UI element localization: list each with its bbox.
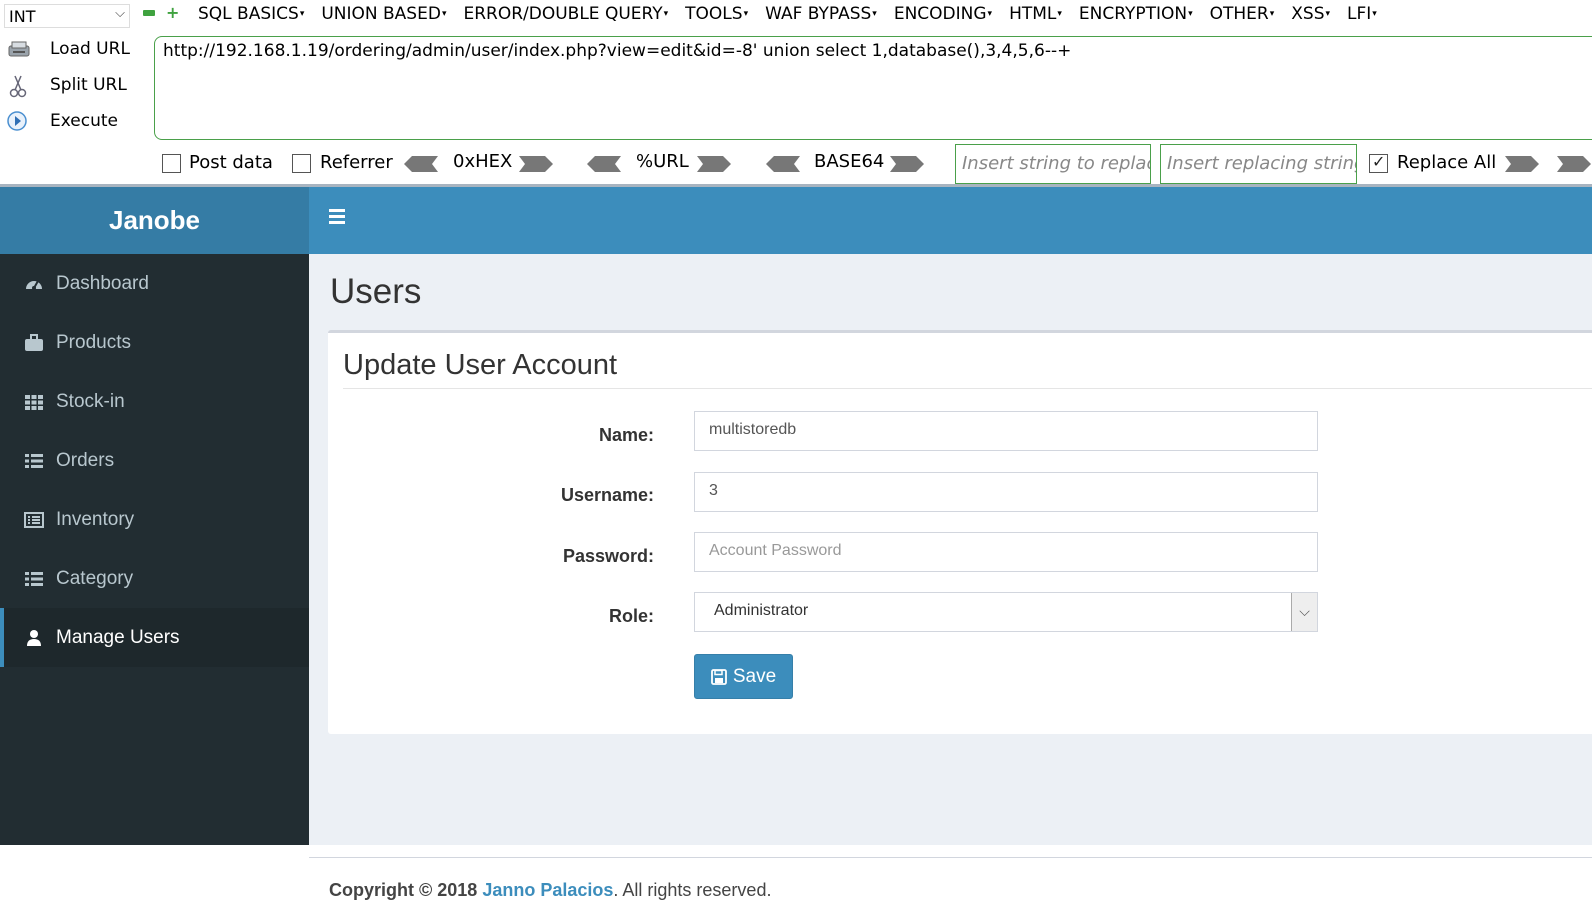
- sidebar-item-label: Category: [56, 567, 134, 589]
- footer-text: Copyright © 2018 Janno Palacios. All rig…: [329, 880, 771, 901]
- update-user-box: Update User Account Name: multistoredb U…: [328, 330, 1592, 734]
- sidebar-item-label: Inventory: [56, 508, 135, 530]
- footer: Copyright © 2018 Janno Palacios. All rig…: [309, 857, 1592, 917]
- url-textarea[interactable]: http://192.168.1.19/ordering/admin/user/…: [154, 36, 1592, 140]
- menu-tools[interactable]: TOOLS: [685, 4, 748, 24]
- injection-type-value: INT: [9, 7, 36, 26]
- injection-type-select[interactable]: INT ⌵: [4, 4, 130, 28]
- referrer-checkbox[interactable]: [292, 154, 311, 173]
- sidebar-item-category[interactable]: Category: [0, 549, 309, 608]
- hex-encode-arrow-icon[interactable]: [519, 155, 553, 173]
- name-field[interactable]: multistoredb: [694, 411, 1318, 451]
- list-icon: [24, 570, 44, 588]
- replace-back-arrow-icon[interactable]: [1556, 155, 1592, 173]
- brand-logo[interactable]: Janobe: [0, 187, 309, 254]
- sidebar-item-inventory[interactable]: Inventory: [0, 490, 309, 549]
- sidebar-item-label: Products: [56, 331, 131, 353]
- play-icon: [6, 110, 32, 132]
- floppy-disk-icon: [710, 668, 727, 685]
- username-field[interactable]: 3: [694, 472, 1318, 512]
- hackbar-menu: SQL BASICS UNION BASED ERROR/DOUBLE QUER…: [198, 4, 1394, 24]
- chevron-down-icon: ⌵: [115, 6, 125, 21]
- menu-error-double-query[interactable]: ERROR/DOUBLE QUERY: [463, 4, 668, 24]
- hex-label: 0xHEX: [453, 151, 513, 172]
- scissors-icon: [6, 74, 32, 98]
- hamburger-menu-icon[interactable]: [329, 209, 345, 229]
- role-label: Role:: [609, 606, 654, 626]
- menu-encryption[interactable]: ENCRYPTION: [1079, 4, 1193, 24]
- referrer-label: Referrer: [320, 152, 393, 173]
- sidebar-item-label: Manage Users: [56, 626, 180, 648]
- sidebar-item-label: Orders: [56, 449, 115, 471]
- user-icon: [24, 629, 44, 647]
- execute-button[interactable]: Execute: [6, 110, 118, 132]
- main-content: Users Update User Account Name: multisto…: [309, 254, 1592, 917]
- sidebar: Dashboard Products Stock-in Orders Inven…: [0, 254, 309, 845]
- hackbar-toolbar: INT ⌵ + SQL BASICS UNION BASED ERROR/DOU…: [0, 0, 1592, 187]
- base64-encode-arrow-icon[interactable]: [890, 155, 924, 173]
- box-title: Update User Account: [343, 349, 618, 381]
- dashboard-icon: [24, 275, 44, 293]
- grid-icon: [24, 393, 44, 411]
- menu-xss[interactable]: XSS: [1291, 4, 1330, 24]
- box-divider: [343, 388, 1592, 389]
- sidebar-item-label: Dashboard: [56, 272, 149, 294]
- menu-waf-bypass[interactable]: WAF BYPASS: [765, 4, 877, 24]
- username-label: Username:: [560, 485, 654, 505]
- replace-go-arrow-icon[interactable]: [1505, 155, 1539, 173]
- menu-other[interactable]: OTHER: [1210, 4, 1275, 24]
- save-label: Save: [732, 665, 777, 687]
- url-encode-label: %URL: [636, 151, 689, 172]
- hex-decode-arrow-icon[interactable]: [404, 155, 438, 173]
- save-button[interactable]: Save: [694, 654, 793, 699]
- split-url-button[interactable]: Split URL: [6, 74, 127, 98]
- sidebar-item-products[interactable]: Products: [0, 313, 309, 372]
- load-url-button[interactable]: Load URL: [6, 38, 130, 60]
- role-selected-value: Administrator: [714, 602, 809, 619]
- menu-html[interactable]: HTML: [1009, 4, 1062, 24]
- replace-all-checkbox[interactable]: [1369, 152, 1388, 173]
- author-link[interactable]: Janno Palacios: [482, 880, 613, 900]
- name-label: Name:: [598, 425, 654, 445]
- base64-decode-arrow-icon[interactable]: [766, 155, 800, 173]
- replace-string-input[interactable]: Insert string to replace: [955, 144, 1151, 184]
- list-alt-icon: [24, 511, 44, 529]
- post-data-label: Post data: [189, 152, 273, 173]
- replace-all-label: Replace All: [1397, 152, 1497, 173]
- url-decode-arrow-icon[interactable]: [587, 155, 621, 173]
- url-encode-arrow-icon[interactable]: [697, 155, 731, 173]
- password-label: Password:: [562, 546, 654, 566]
- menu-lfi[interactable]: LFI: [1347, 4, 1377, 24]
- base64-label: BASE64: [814, 151, 885, 172]
- sidebar-item-orders[interactable]: Orders: [0, 431, 309, 490]
- top-navbar: [309, 187, 1592, 254]
- decrease-icon[interactable]: [143, 10, 155, 16]
- replacing-string-input[interactable]: Insert replacing string: [1160, 144, 1357, 184]
- menu-union-based[interactable]: UNION BASED: [321, 4, 446, 24]
- menu-sql-basics[interactable]: SQL BASICS: [198, 4, 304, 24]
- password-field[interactable]: Account Password: [694, 532, 1318, 572]
- sidebar-item-manage-users[interactable]: Manage Users: [0, 608, 309, 667]
- list-icon: [24, 452, 44, 470]
- briefcase-icon: [24, 333, 44, 352]
- increase-icon[interactable]: +: [166, 5, 179, 21]
- split-url-label: Split URL: [50, 75, 127, 95]
- load-url-label: Load URL: [50, 39, 130, 59]
- admin-app: Janobe Dashboard Products Stock-in Order…: [0, 187, 1592, 917]
- sidebar-item-dashboard[interactable]: Dashboard: [0, 254, 309, 313]
- menu-encoding[interactable]: ENCODING: [894, 4, 992, 24]
- load-url-icon: [6, 38, 32, 60]
- role-select[interactable]: Administrator ⌵: [694, 592, 1318, 632]
- sidebar-item-stock-in[interactable]: Stock-in: [0, 372, 309, 431]
- sidebar-item-label: Stock-in: [56, 390, 125, 412]
- copyright-text: Copyright © 2018: [329, 880, 478, 900]
- chevron-down-icon: ⌵: [1291, 593, 1317, 631]
- post-data-checkbox[interactable]: [162, 154, 181, 173]
- execute-label: Execute: [50, 111, 118, 131]
- page-title: Users: [330, 272, 422, 311]
- rights-text: . All rights reserved.: [613, 880, 772, 900]
